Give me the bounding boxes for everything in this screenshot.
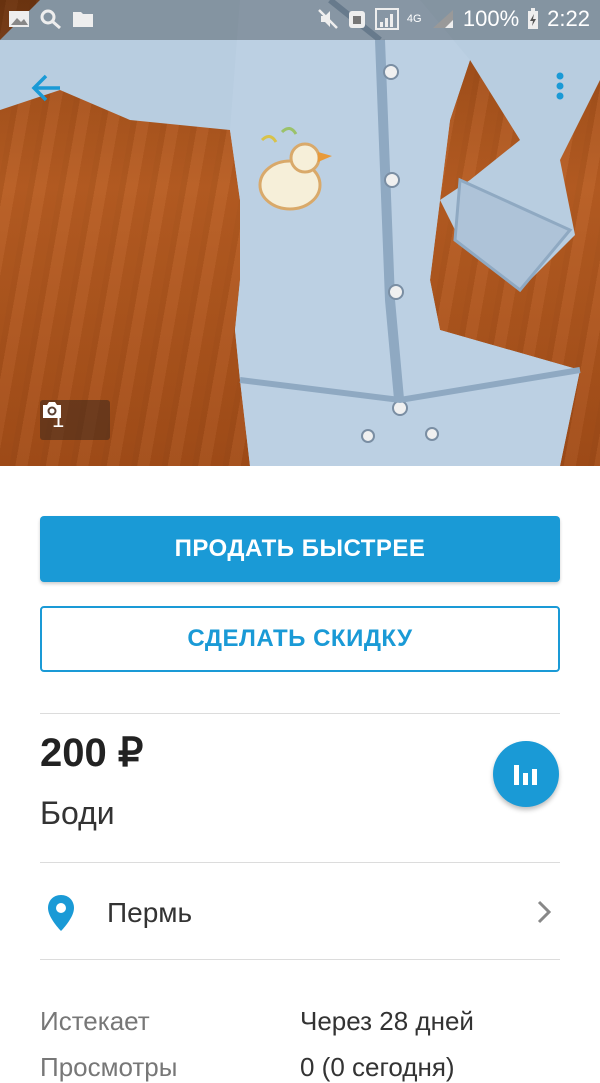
expires-label: Истекает <box>40 1006 150 1036</box>
divider <box>40 959 560 960</box>
views-label: Просмотры <box>40 1052 178 1082</box>
divider <box>40 862 560 863</box>
mute-icon <box>318 9 338 29</box>
views-value: 0 (0 сегодня) <box>300 1052 455 1082</box>
clock: 2:22 <box>547 6 590 31</box>
gallery-icon <box>9 11 29 27</box>
statistics-button[interactable] <box>493 741 559 807</box>
expires-value: Через 28 дней <box>300 1006 474 1036</box>
photo-count-badge[interactable]: 1 <box>40 400 110 440</box>
bodysuit-photo <box>0 0 600 466</box>
bar-chart-icon <box>514 765 537 785</box>
more-vertical-icon <box>556 72 564 100</box>
camera-icon <box>43 402 61 418</box>
chevron-right-icon <box>537 900 552 924</box>
folder-icon <box>73 12 93 27</box>
alarm-icon <box>348 11 365 28</box>
network-type: 4G <box>406 13 422 25</box>
signal-icon <box>374 8 399 30</box>
arrow-left-icon <box>31 74 60 102</box>
location-pin-icon <box>48 895 74 931</box>
search-icon <box>40 9 61 29</box>
location-name: Пермь <box>107 897 193 928</box>
overflow-menu-button[interactable] <box>540 66 580 110</box>
cell-signal-icon <box>432 10 453 28</box>
divider <box>40 713 560 714</box>
location-row[interactable]: Пермь <box>40 885 560 941</box>
status-bar: 4G 100% 2:22 <box>0 0 600 40</box>
battery-percent: 100% <box>462 6 520 31</box>
back-button[interactable] <box>26 66 70 110</box>
make-discount-button[interactable]: СДЕЛАТЬ СКИДКУ <box>40 606 560 672</box>
listing-title: Боди <box>40 795 115 831</box>
battery-icon <box>528 8 539 29</box>
sell-faster-button[interactable]: ПРОДАТЬ БЫСТРЕЕ <box>40 516 560 582</box>
listing-photo[interactable]: 1 <box>0 0 600 466</box>
listing-price: 200 ₽ <box>40 731 144 775</box>
